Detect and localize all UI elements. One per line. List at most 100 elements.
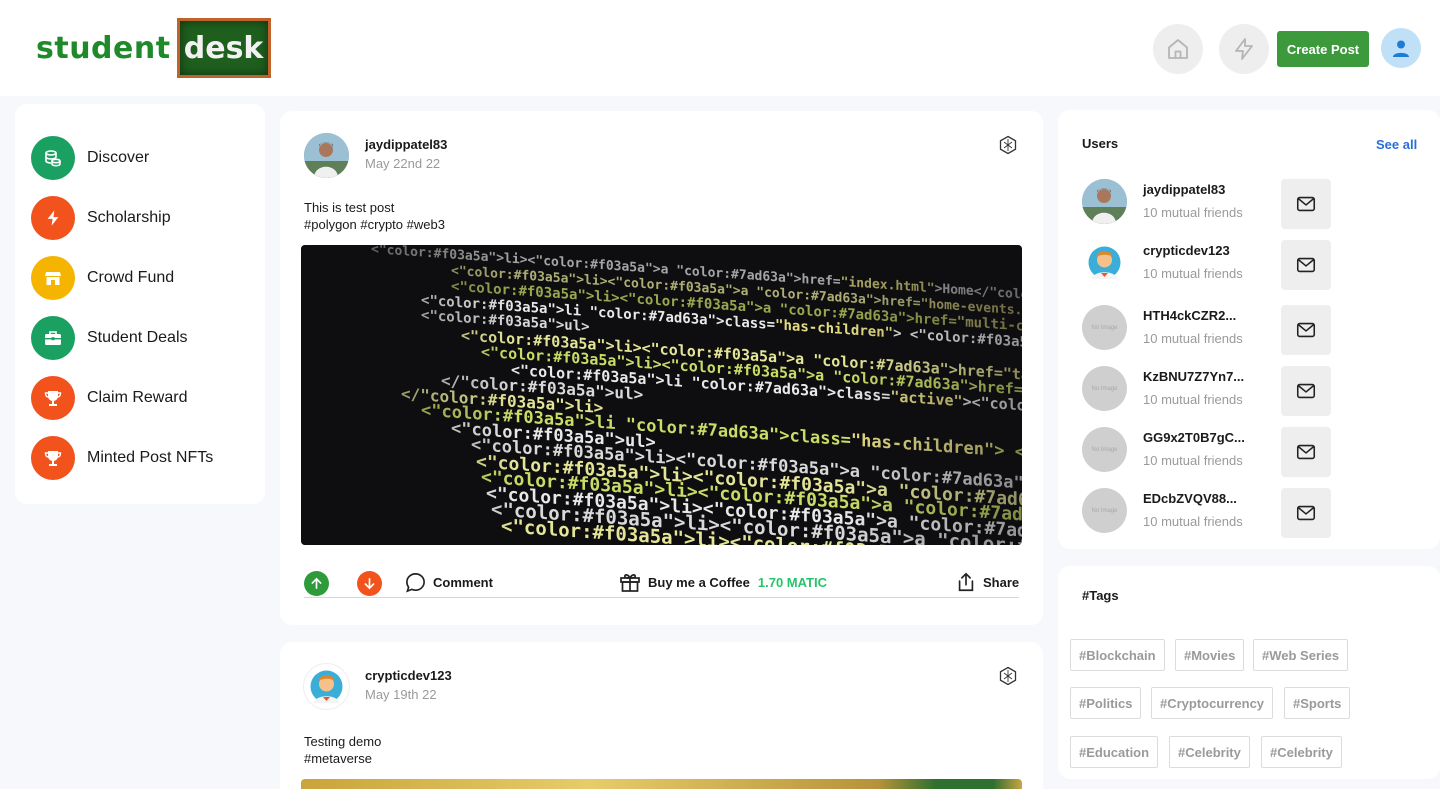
share-button[interactable]: Share (955, 568, 1019, 596)
post-date: May 19th 22 (365, 687, 437, 702)
sidebar-item-discover[interactable]: Discover (31, 136, 149, 180)
logo-word-desk: desk (183, 30, 264, 66)
tag-chip[interactable]: #Education (1070, 736, 1159, 768)
post-author-avatar[interactable] (304, 664, 349, 709)
lightning-icon (31, 196, 75, 240)
trophy-icon (31, 436, 75, 480)
user-avatar-placeholder[interactable]: No Image (1082, 427, 1127, 472)
no-image-label: No Image (1091, 446, 1118, 453)
message-button[interactable] (1281, 240, 1331, 290)
post-image[interactable] (301, 779, 1022, 789)
sidebar-item-label: Minted Post NFTs (87, 449, 214, 466)
sidebar-item-scholarship[interactable]: Scholarship (31, 196, 171, 240)
tag-chip[interactable]: #Blockchain (1070, 639, 1165, 671)
profile-button[interactable] (1381, 28, 1421, 68)
upvote-button[interactable] (304, 571, 329, 596)
coffee-amount: 1.70 MATIC (757, 574, 827, 590)
post-author-name[interactable]: jaydippatel83 (365, 137, 447, 152)
briefcase-icon (31, 316, 75, 360)
user-avatar-placeholder[interactable]: No Image (1082, 366, 1127, 411)
post-body: This is test post #polygon #crypto #web3 (304, 199, 445, 233)
sidebar-item-label: Crowd Fund (87, 269, 175, 286)
tags-panel-title: #Tags (1082, 588, 1119, 603)
users-panel: Users See all jaydippatel83 10 mutual fr… (1058, 110, 1440, 549)
message-button[interactable] (1281, 305, 1331, 355)
post-author-name[interactable]: crypticdev123 (365, 668, 452, 683)
coins-icon (31, 136, 75, 180)
mail-icon (1296, 196, 1316, 212)
sidebar-item-student-deals[interactable]: Student Deals (31, 316, 188, 360)
post-author-avatar[interactable] (304, 133, 349, 178)
buy-coffee-label: Buy me a Coffee (648, 574, 750, 590)
post-text: This is test post (304, 200, 395, 215)
tag-chip[interactable]: #Celebrity (1169, 736, 1250, 768)
user-name[interactable]: jaydippatel83 (1143, 182, 1225, 197)
mutual-friends: 10 mutual friends (1143, 266, 1243, 281)
sidebar-item-claim-reward[interactable]: Claim Reward (31, 376, 187, 420)
mutual-friends: 10 mutual friends (1143, 331, 1243, 346)
tag-chip[interactable]: #Celebrity (1261, 736, 1342, 768)
mutual-friends: 10 mutual friends (1143, 514, 1243, 529)
user-name[interactable]: KzBNU7Z7Yn7... (1143, 369, 1244, 384)
arrow-down-icon (364, 578, 375, 590)
post-date: May 22nd 22 (365, 156, 441, 171)
user-name[interactable]: EDcbZVQV88... (1143, 491, 1237, 506)
post-image-code-screen[interactable]: <"color:#f03a5a">li><"color:#f03a5a">a "… (301, 245, 1022, 545)
post-body: Testing demo #metaverse (304, 733, 381, 767)
user-avatar-placeholder[interactable]: No Image (1082, 488, 1127, 533)
mutual-friends: 10 mutual friends (1143, 392, 1243, 407)
no-image-label: No Image (1091, 507, 1118, 514)
post-hashtags[interactable]: #polygon #crypto #web3 (304, 216, 445, 233)
user-name[interactable]: crypticdev123 (1143, 243, 1230, 258)
logo-word-student: student (36, 30, 171, 66)
store-icon (31, 256, 75, 300)
nft-hexagon-icon[interactable] (998, 135, 1018, 155)
mail-icon (1296, 383, 1316, 399)
share-label: Share (983, 574, 1020, 590)
home-button[interactable] (1153, 24, 1203, 74)
post-hashtags[interactable]: #metaverse (304, 750, 381, 767)
user-name[interactable]: HTH4ckCZR2... (1143, 308, 1236, 323)
gift-icon (620, 574, 640, 592)
message-button[interactable] (1281, 427, 1331, 477)
user-avatar[interactable] (1082, 240, 1127, 285)
create-post-button[interactable]: Create Post (1277, 31, 1369, 67)
tags-panel: #Tags #Blockchain #Movies #Web Series #P… (1058, 566, 1440, 779)
arrow-up-icon (311, 577, 322, 589)
see-all-link[interactable]: See all (1376, 137, 1417, 152)
user-name[interactable]: GG9x2T0B7gC... (1143, 430, 1245, 445)
tag-chip[interactable]: #Sports (1284, 687, 1351, 719)
comment-label: Comment (433, 574, 493, 590)
buy-coffee-button[interactable]: Buy me a Coffee 1.70 MATIC (618, 568, 827, 596)
sidebar-item-label: Claim Reward (87, 389, 188, 406)
sidebar-item-minted-post-nfts[interactable]: Minted Post NFTs (31, 436, 213, 480)
message-button[interactable] (1281, 488, 1331, 538)
student-desk-logo[interactable]: student desk (36, 18, 271, 78)
comment-icon (406, 572, 425, 593)
mutual-friends: 10 mutual friends (1143, 453, 1243, 468)
comment-button[interactable]: Comment (404, 568, 493, 596)
mail-icon (1296, 257, 1316, 273)
share-icon (958, 572, 974, 592)
mutual-friends: 10 mutual friends (1143, 205, 1243, 220)
home-icon (1168, 39, 1188, 59)
lightning-icon (1235, 38, 1253, 60)
users-panel-title: Users (1082, 136, 1119, 151)
no-image-label: No Image (1091, 324, 1118, 331)
tag-chip[interactable]: #Web Series (1253, 639, 1349, 671)
trophy-icon (31, 376, 75, 420)
tag-chip[interactable]: #Cryptocurrency (1151, 687, 1274, 719)
user-avatar[interactable] (1082, 179, 1127, 224)
message-button[interactable] (1281, 179, 1331, 229)
downvote-button[interactable] (357, 571, 382, 596)
sidebar-item-label: Scholarship (87, 209, 171, 226)
message-button[interactable] (1281, 366, 1331, 416)
tag-chip[interactable]: #Movies (1175, 639, 1245, 671)
nft-hexagon-icon[interactable] (998, 666, 1018, 686)
tag-chip[interactable]: #Politics (1070, 687, 1142, 719)
activity-button[interactable] (1219, 24, 1269, 74)
user-avatar-placeholder[interactable]: No Image (1082, 305, 1127, 350)
no-image-label: No Image (1091, 385, 1118, 392)
left-sidebar: Discover Scholarship Crowd Fund Student … (15, 104, 265, 504)
sidebar-item-crowd-fund[interactable]: Crowd Fund (31, 256, 174, 300)
